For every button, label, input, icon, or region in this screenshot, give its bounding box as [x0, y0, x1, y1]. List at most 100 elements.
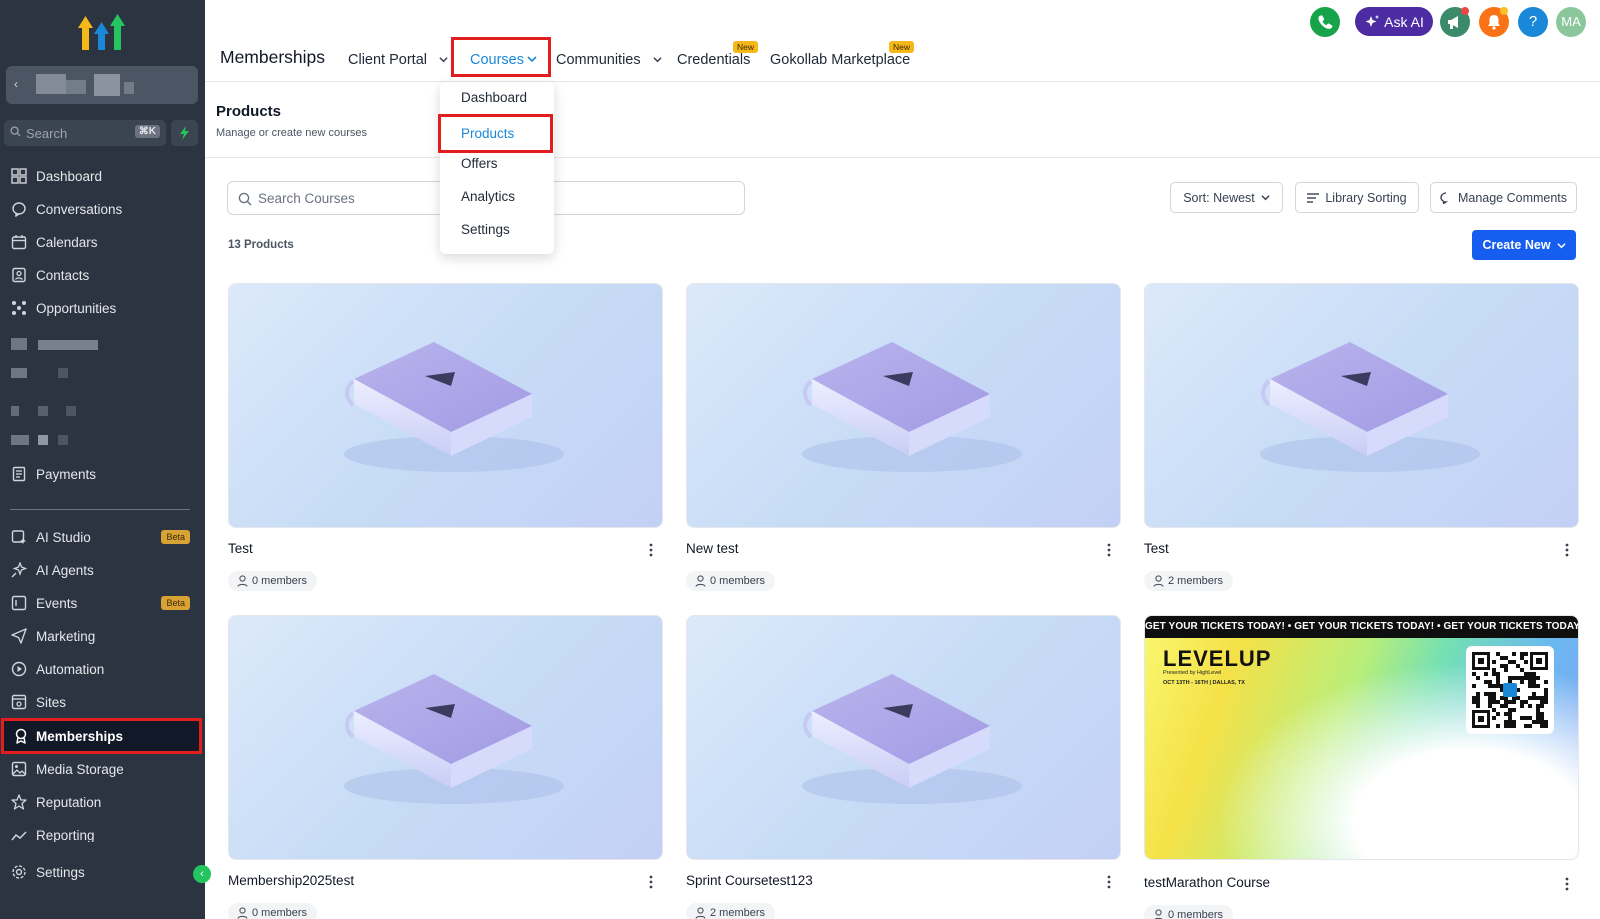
menu-item-products[interactable]: Products [438, 114, 553, 153]
course-thumbnail[interactable] [1144, 283, 1579, 528]
gear-icon [12, 865, 26, 879]
product-menu-button[interactable] [1565, 877, 1569, 891]
image-icon [11, 761, 27, 777]
beta-badge: Beta [161, 596, 190, 610]
product-title[interactable]: New test [686, 541, 739, 556]
qr-code [1466, 646, 1554, 734]
search-courses-placeholder: Search Courses [258, 191, 355, 206]
members-count: 0 members [252, 907, 308, 919]
events-icon [11, 595, 27, 611]
menu-item-offers[interactable]: Offers [461, 156, 498, 171]
sidebar-search[interactable]: Search ⌘K [4, 120, 166, 146]
sidebar-item-opportunities[interactable]: Opportunities [0, 293, 205, 323]
manage-comments-button[interactable]: Manage Comments [1430, 182, 1577, 213]
product-card[interactable]: GET YOUR TICKETS TODAY! • GET YOUR TICKE… [1144, 615, 1579, 919]
members-count: 0 members [252, 575, 308, 587]
sidebar-item-label: Memberships [36, 728, 124, 744]
sidebar-item-reporting[interactable]: Reporting [0, 820, 205, 842]
tab-communities[interactable]: Communities [556, 52, 662, 68]
product-menu-button[interactable] [1107, 543, 1111, 557]
sidebar-item-calendars[interactable]: Calendars [0, 227, 205, 257]
product-title[interactable]: testMarathon Course [1144, 875, 1270, 890]
sidebar-item-conversations[interactable]: Conversations [0, 194, 205, 224]
levelup-brand: LEVELUP [1163, 646, 1272, 671]
product-menu-button[interactable] [1107, 875, 1111, 889]
contacts-icon [12, 267, 26, 283]
product-title[interactable]: Sprint Coursetest123 [686, 873, 813, 888]
help-button[interactable]: ? [1518, 7, 1548, 37]
sidebar-item-media-storage[interactable]: Media Storage [0, 754, 205, 784]
sidebar-item-sites[interactable]: Sites [0, 687, 205, 717]
product-card[interactable]: New test 0 members [686, 283, 1121, 591]
phone-button[interactable] [1310, 7, 1340, 37]
sidebar-item-label: Dashboard [36, 168, 103, 184]
product-title[interactable]: Test [1144, 541, 1169, 556]
chevron-left-icon: ‹ [200, 868, 204, 880]
brand-logo[interactable] [78, 12, 126, 52]
tab-gokollab-marketplace[interactable]: Gokollab Marketplace [770, 52, 910, 68]
app-title: Memberships [220, 47, 326, 67]
create-new-button[interactable]: Create New [1472, 230, 1576, 260]
tab-courses[interactable]: Courses [451, 37, 551, 77]
menu-item-settings[interactable]: Settings [461, 222, 510, 237]
sidebar-item-reputation[interactable]: Reputation [0, 787, 205, 817]
course-thumbnail[interactable]: GET YOUR TICKETS TODAY! • GET YOUR TICKE… [1144, 615, 1579, 860]
qr-pattern [1472, 652, 1548, 728]
menu-item-analytics[interactable]: Analytics [461, 189, 515, 204]
sidebar-item-automation[interactable]: Automation [0, 654, 205, 684]
product-menu-button[interactable] [649, 543, 653, 557]
levelup-banner: GET YOUR TICKETS TODAY! • GET YOUR TICKE… [1145, 616, 1578, 638]
sidebar-item-memberships[interactable]: Memberships [1, 718, 202, 754]
menu-item-dashboard[interactable]: Dashboard [461, 90, 527, 105]
product-card[interactable]: Sprint Coursetest123 2 members [686, 615, 1121, 919]
ask-ai-button[interactable]: Ask AI [1355, 7, 1433, 36]
notifications-button[interactable] [1479, 7, 1509, 37]
course-thumbnail[interactable] [228, 615, 663, 860]
sidebar-item-ai-agents[interactable]: AI Agents [0, 555, 205, 585]
product-menu-button[interactable] [1565, 543, 1569, 557]
account-switcher[interactable]: ‹ [6, 66, 198, 104]
chat-icon [12, 202, 26, 217]
product-card[interactable]: Test 0 members [228, 283, 663, 591]
product-title[interactable]: Membership2025test [228, 873, 354, 888]
tab-client-portal[interactable]: Client Portal [348, 52, 448, 68]
sidebar-item-payments[interactable]: Payments [0, 459, 205, 489]
tab-credentials[interactable]: Credentials [677, 52, 750, 68]
sidebar-item-label: Calendars [36, 234, 98, 250]
product-card[interactable]: Membership2025test 0 members [228, 615, 663, 919]
sidebar-collapse-button[interactable]: ‹ [193, 865, 211, 883]
new-badge: New [889, 41, 915, 53]
search-icon [238, 192, 252, 206]
product-menu-button[interactable] [649, 875, 653, 889]
product-card[interactable]: Test 2 members [1144, 283, 1579, 591]
sidebar-item-settings[interactable]: Settings [0, 857, 205, 887]
page-header: Products Manage or create new courses [205, 83, 1600, 158]
grid-icon [11, 168, 27, 184]
sidebar-item-contacts[interactable]: Contacts [0, 260, 205, 290]
course-thumbnail[interactable] [686, 615, 1121, 860]
announcements-button[interactable] [1440, 7, 1470, 37]
book-illustration [802, 674, 1022, 804]
manage-comments-label: Manage Comments [1457, 190, 1568, 205]
library-sorting-button[interactable]: Library Sorting [1295, 182, 1419, 213]
sidebar-item-label: Opportunities [36, 300, 117, 316]
product-title[interactable]: Test [228, 541, 253, 556]
members-badge: 2 members [1144, 571, 1234, 591]
new-badge: New [733, 41, 759, 53]
more-vertical-icon [1107, 875, 1111, 889]
members-count: 2 members [1168, 575, 1224, 587]
course-thumbnail[interactable] [686, 283, 1121, 528]
phone-icon [1318, 15, 1333, 29]
more-vertical-icon [649, 543, 653, 557]
sidebar-item-events[interactable]: Events Beta [0, 588, 205, 618]
quick-actions-button[interactable] [171, 120, 198, 146]
sidebar-item-label: AI Agents [36, 562, 94, 578]
course-thumbnail[interactable] [228, 283, 663, 528]
sidebar-item-marketing[interactable]: Marketing [0, 621, 205, 651]
sidebar-item-dashboard[interactable]: Dashboard [0, 161, 205, 191]
members-badge: 2 members [686, 903, 776, 919]
sort-dropdown[interactable]: Sort: Newest [1170, 182, 1283, 213]
create-new-label: Create New [1482, 238, 1551, 252]
sidebar-item-ai-studio[interactable]: AI Studio Beta [0, 522, 205, 552]
avatar[interactable]: MA [1556, 7, 1586, 37]
